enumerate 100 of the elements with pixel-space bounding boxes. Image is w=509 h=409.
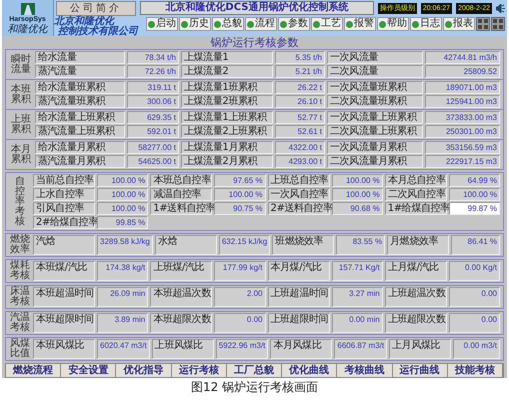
nav-tab[interactable]: 工厂总貌 [226,364,282,377]
field-label: 上煤流量2班累积 [181,95,273,108]
group-label: 瞬时流量 [11,54,31,74]
group-label: 煤耗考核 [10,261,30,281]
toolbar-button[interactable]: 帮助 [377,17,409,31]
field-label: 本月风煤比 [270,339,332,359]
toolbar-button[interactable]: 启动 [146,17,178,31]
toolbar-button[interactable]: 工艺 [311,17,343,31]
nav-tab[interactable]: 优化曲线 [282,364,338,377]
field-label: 给水流量月累积 [35,141,125,154]
circle-icon [379,20,386,28]
logo-text: 和隆优化 [8,24,48,34]
value-display: 177.99 kg/t [214,261,266,281]
field-label: 二次风流量班累积 [327,95,423,108]
field-label: 本班煤/汽比 [33,261,95,281]
value-display: 157.71 Kg/t [332,261,383,281]
value-display: 90.75 % [214,202,266,215]
circle-icon [280,20,287,28]
value-display: 64.99 % [448,174,500,187]
company-name: 北京和隆优化 [54,17,115,27]
circle-icon [181,20,188,28]
field-label: 蒸汽流量上班累积 [35,125,125,138]
field-label: 水焓 [154,235,217,255]
nav-tab[interactable]: 运行曲线 [392,364,448,377]
field-label: 汽焓 [33,235,95,255]
value-display: 72.26 t/h [127,65,179,78]
value-display: 54625.00 t [127,155,179,168]
field-label: 给水流量上班累积 [35,111,125,124]
value-display: 99.85 % [97,216,148,229]
field-label: 上煤流量2月累积 [181,155,273,168]
group-label: 本月累积 [11,144,31,164]
value-display: 632.15 kJ/kg [218,235,270,255]
logo-icon [20,2,36,16]
value-display: 189071.00 m3 [425,81,500,94]
circle-icon [214,20,221,28]
field-label: 二次风自控率 [384,188,447,201]
grid-icon [493,19,503,29]
value-display: 52.77 t [275,111,325,124]
toolbar-button[interactable]: 流程 [245,17,277,31]
field-label: 本班超限次数 [150,313,212,333]
nav-tab[interactable]: 考核曲线 [337,364,393,377]
value-display: 2.00 [214,287,266,307]
field-label: 上煤流量2上班累积 [181,125,273,138]
value-display: 300.06 t [127,95,179,108]
nav-tab[interactable]: 燃烧流程 [6,364,62,377]
field-label: 本月总自控率 [384,174,447,187]
field-label: 蒸汽流量 [35,65,125,78]
nav-tab[interactable]: 运行考核 [172,364,227,377]
toolbar-button[interactable]: 报警 [344,17,376,31]
field-label: 一次风自控率 [268,188,330,201]
circle-icon [313,20,320,28]
field-label: 本月煤/汽比 [268,261,330,281]
toolbar-button[interactable]: 参数 [278,17,310,31]
page-title: 锅炉运行考核参数 [210,36,300,49]
toolbar-button[interactable]: 总貌 [212,17,244,31]
value-display: 0.00 [448,287,500,307]
value-display: 83.55 % [336,235,386,255]
field-label: 一次风流量月累积 [327,141,423,154]
value-display: 100.00 % [332,188,383,201]
field-label: 1#送料自控率 [150,202,212,215]
field-label: 月燃烧效率 [387,235,450,255]
value-display: 174.38 kg/t [97,261,148,281]
field-label: 1#给煤自控率 [384,202,447,215]
field-label: 上班超限次数 [384,313,447,333]
toolbar-icon[interactable] [491,17,505,31]
value-display: 78.34 t/h [127,51,179,64]
field-label: 上煤流量1上班累积 [181,111,273,124]
speaker-icon[interactable] [496,4,505,12]
nav-tab[interactable]: 技能考核 [448,364,503,377]
about-button[interactable]: 公司简介 [56,1,136,16]
value-display: 52.61 t [275,125,325,138]
circle-icon [412,20,419,28]
nav-tab[interactable]: 优化指导 [116,364,172,377]
value-display: 0.00 [448,313,500,333]
value-display: 592.01 t [127,125,179,138]
field-label: 引风自控率 [33,202,95,215]
field-label: 给水流量 [35,51,125,64]
field-label: 本班风煤比 [33,339,95,359]
field-label: 本班超温时间 [33,287,95,307]
circle-icon [148,20,155,28]
field-label: 上月煤/汽比 [384,261,447,281]
value-display: 90.68 % [332,202,383,215]
value-display: 0.00 [214,313,266,333]
value-display: 99.87 % [448,202,500,215]
field-label: 上班煤/汽比 [150,261,212,281]
toolbar-button[interactable]: 报表 [443,17,475,31]
value-display: 3289.58 kJ/kg [97,235,153,255]
field-label: 二次风流量月累积 [327,155,423,168]
field-label: 减温自控率 [150,188,212,201]
toolbar-icon[interactable] [476,17,490,31]
value-display: 319.11 t [127,81,179,94]
value-display: 125941.00 m3 [425,95,500,108]
nav-tab[interactable]: 安全设置 [61,364,116,377]
grid-icon [478,19,488,29]
value-display: 100.00 % [332,174,383,187]
value-display: 3.89 min [97,313,148,333]
toolbar-button[interactable]: 日志 [410,17,442,31]
toolbar-button[interactable]: 历史 [179,17,211,31]
group-label: 本班累积 [11,84,31,104]
value-display: 0.00 m3/t [453,339,500,359]
